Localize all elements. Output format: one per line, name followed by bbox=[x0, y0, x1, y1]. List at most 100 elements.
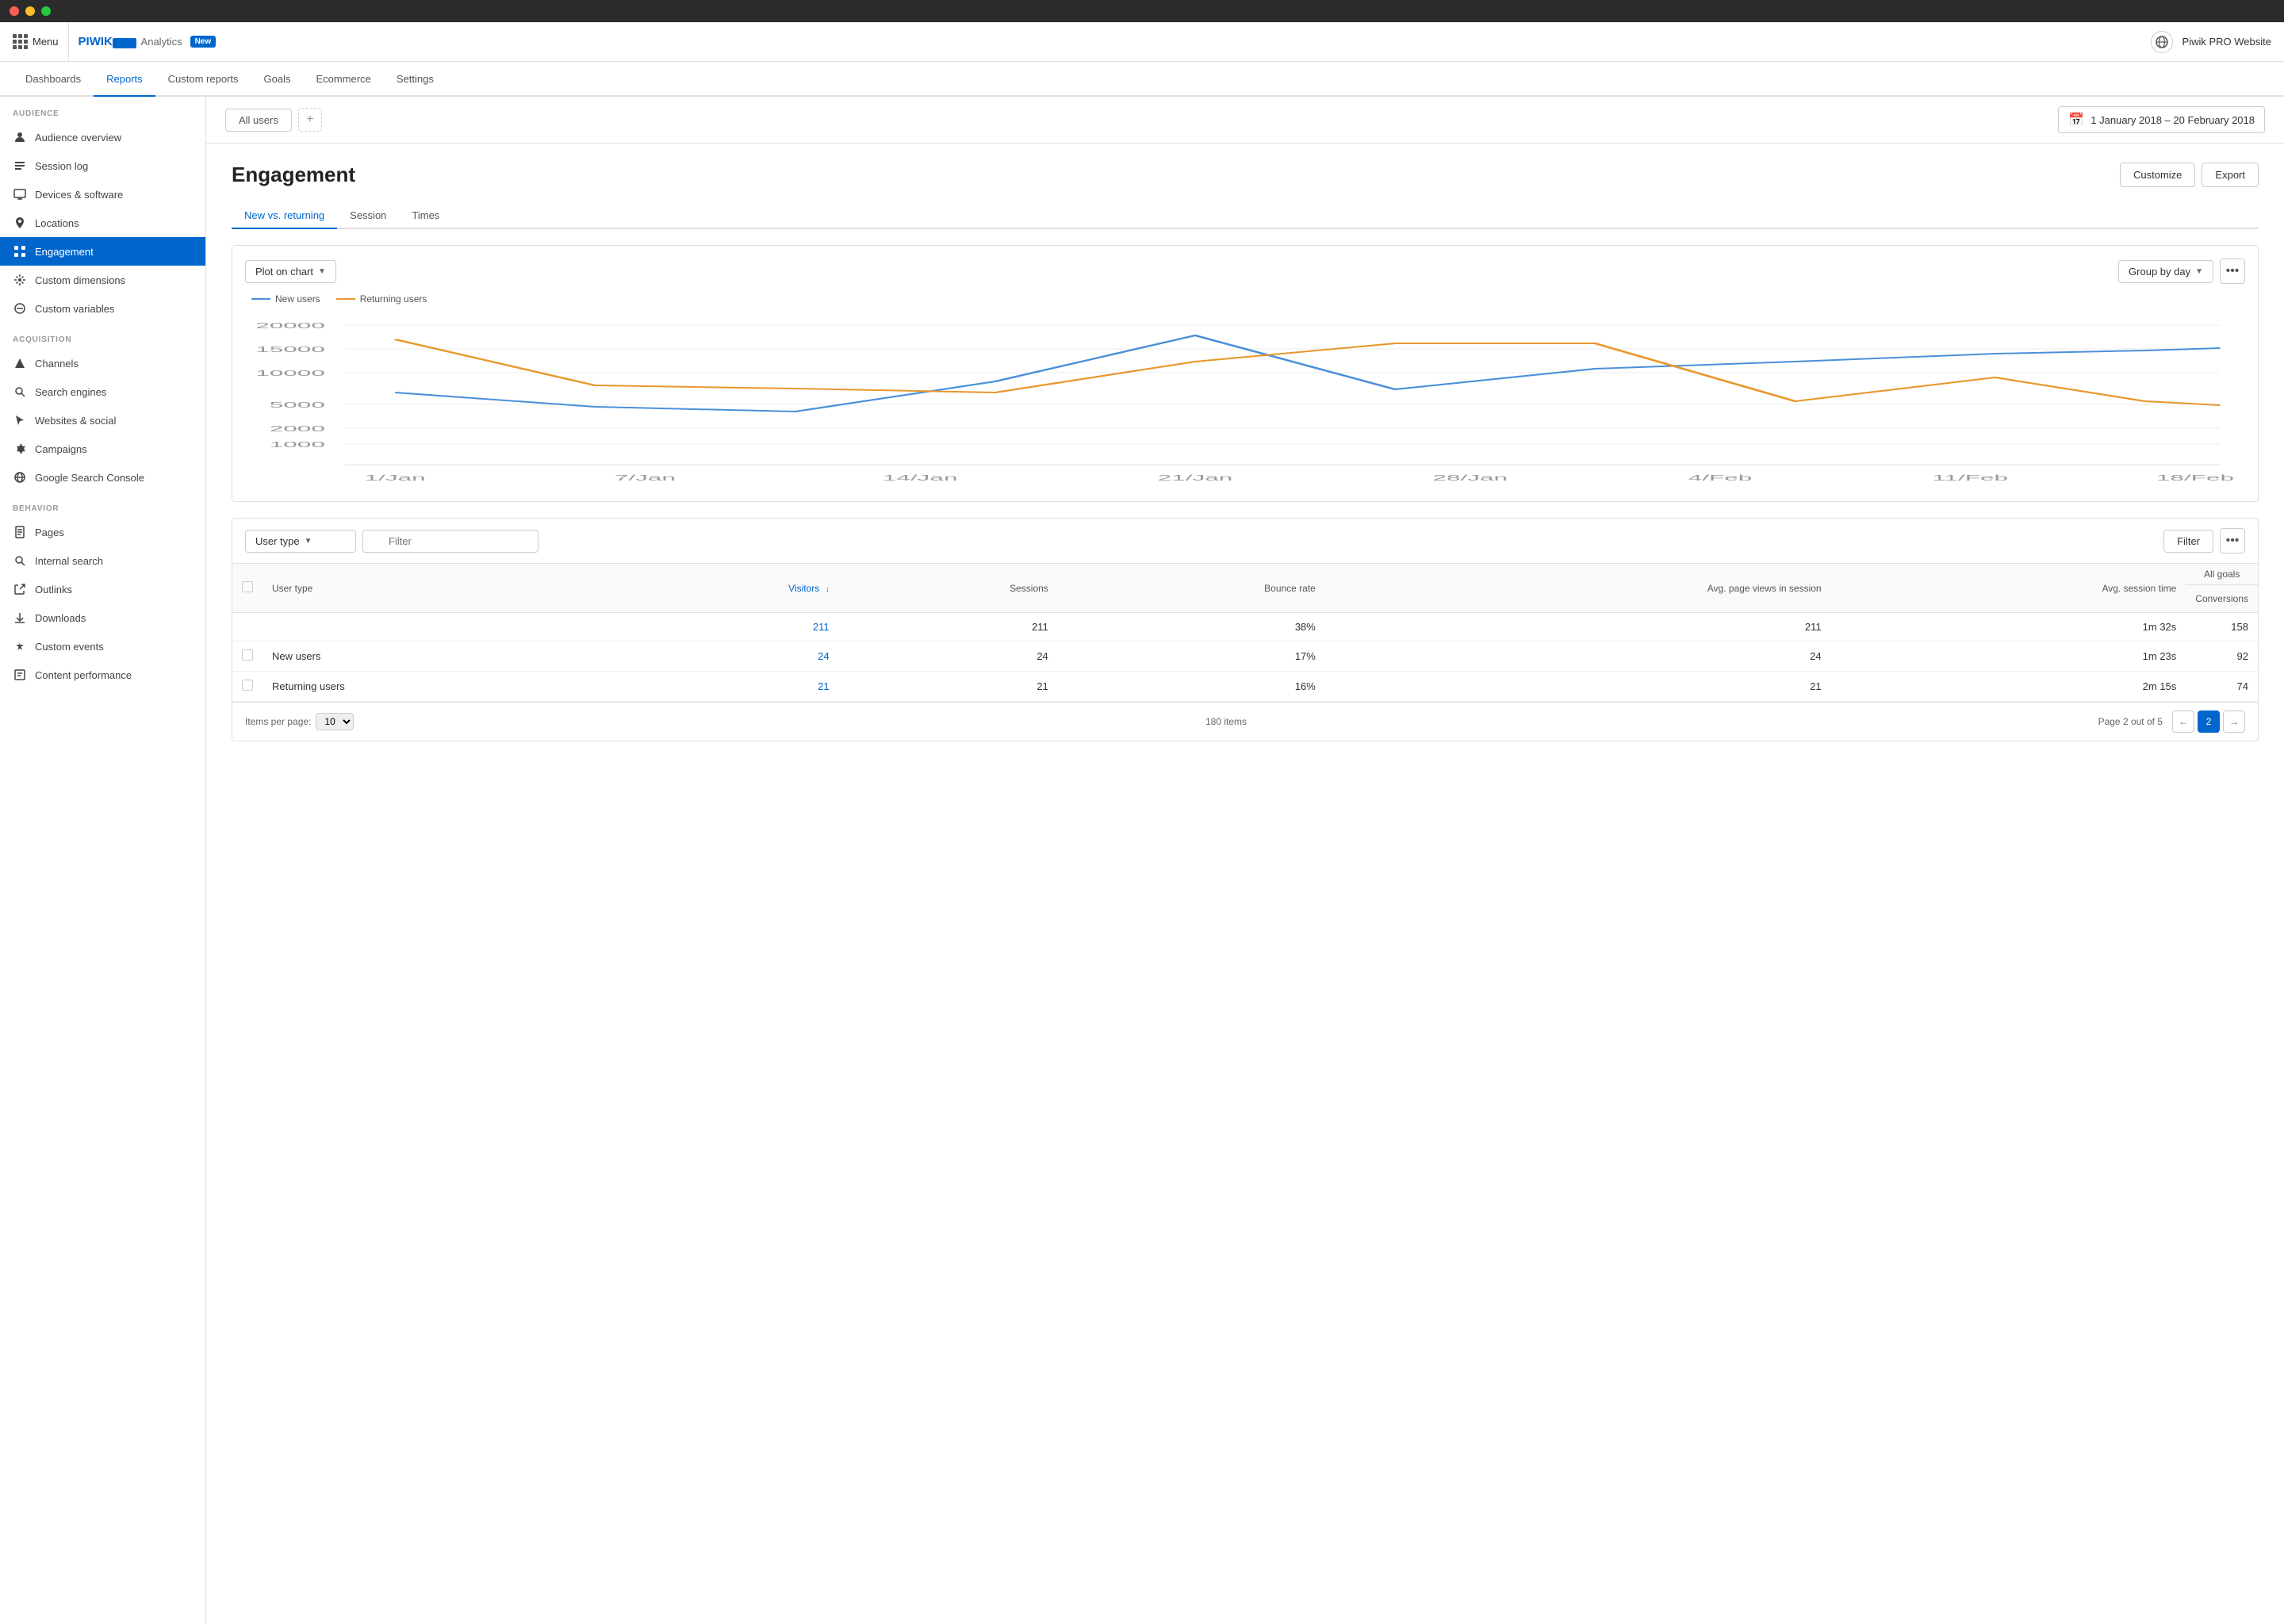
table-toolbar: User type ▼ 🔍 Filter ••• bbox=[232, 519, 2258, 564]
tab-new-vs-returning[interactable]: New vs. returning bbox=[232, 203, 337, 229]
sidebar-item-downloads[interactable]: Downloads bbox=[0, 603, 205, 632]
sidebar-item-campaigns[interactable]: Campaigns bbox=[0, 435, 205, 463]
page-title: Engagement bbox=[232, 163, 355, 187]
table-row-summary: 211 211 38% 211 1m 32s 158 bbox=[232, 613, 2258, 642]
row-checkbox[interactable] bbox=[232, 672, 263, 702]
svg-text:4/Feb: 4/Feb bbox=[1688, 473, 1753, 482]
channels-icon bbox=[13, 356, 27, 370]
sidebar-item-outlinks[interactable]: Outlinks bbox=[0, 575, 205, 603]
current-page-button[interactable]: 2 bbox=[2198, 710, 2220, 733]
menu-button[interactable]: Menu bbox=[13, 22, 69, 61]
customize-button[interactable]: Customize bbox=[2120, 163, 2195, 187]
sidebar-label: Engagement bbox=[35, 246, 94, 258]
subnav-ecommerce[interactable]: Ecommerce bbox=[303, 62, 383, 97]
prev-page-button[interactable]: ← bbox=[2172, 710, 2194, 733]
sidebar-item-pages[interactable]: Pages bbox=[0, 518, 205, 546]
sidebar-item-session-log[interactable]: Session log bbox=[0, 151, 205, 180]
table-row-new-users: New users 24 24 17% 24 1m 23s 92 bbox=[232, 642, 2258, 672]
row-checkbox-input[interactable] bbox=[242, 680, 253, 691]
page-header: Engagement Customize Export bbox=[232, 163, 2259, 187]
page-icon bbox=[13, 525, 27, 539]
select-all-checkbox[interactable] bbox=[242, 581, 253, 592]
minimize-btn[interactable] bbox=[25, 6, 35, 16]
close-btn[interactable] bbox=[10, 6, 19, 16]
row-bounce-rate: 16% bbox=[1058, 672, 1325, 702]
subnav-reports[interactable]: Reports bbox=[94, 62, 155, 97]
th-avg-pageviews: Avg. page views in session bbox=[1325, 564, 1831, 613]
filter-input[interactable] bbox=[362, 530, 538, 553]
svg-text:15000: 15000 bbox=[255, 345, 325, 354]
table-section: User type ▼ 🔍 Filter ••• bbox=[232, 518, 2259, 741]
table-more-button[interactable]: ••• bbox=[2220, 528, 2245, 553]
globe-circle-icon bbox=[13, 470, 27, 485]
maximize-btn[interactable] bbox=[41, 6, 51, 16]
new-badge: New bbox=[190, 36, 217, 48]
plot-on-chart-dropdown[interactable]: Plot on chart ▼ bbox=[245, 260, 336, 283]
logo-analytics: Analytics bbox=[141, 36, 182, 48]
sidebar-item-custom-events[interactable]: Custom events bbox=[0, 632, 205, 661]
date-range: 1 January 2018 – 20 February 2018 bbox=[2090, 114, 2255, 126]
sidebar-label: Custom dimensions bbox=[35, 274, 125, 286]
row-sessions: 24 bbox=[839, 642, 1058, 672]
segment-tab-all-users[interactable]: All users bbox=[225, 109, 292, 132]
date-picker[interactable]: 📅 1 January 2018 – 20 February 2018 bbox=[2058, 106, 2265, 133]
user-type-dropdown[interactable]: User type ▼ bbox=[245, 530, 356, 553]
sidebar-item-channels[interactable]: Channels bbox=[0, 349, 205, 377]
more-icon: ••• bbox=[2226, 264, 2240, 278]
row-visitors: 21 bbox=[611, 672, 839, 702]
th-sessions: Sessions bbox=[839, 564, 1058, 613]
sidebar-label: Outlinks bbox=[35, 584, 72, 596]
subnav-dashboards[interactable]: Dashboards bbox=[13, 62, 94, 97]
items-per-page-select[interactable]: 10 25 50 bbox=[316, 713, 354, 730]
row-visitors: 24 bbox=[611, 642, 839, 672]
site-name: Piwik PRO Website bbox=[2182, 36, 2271, 48]
sidebar-item-devices[interactable]: Devices & software bbox=[0, 180, 205, 209]
sidebar-label: Custom variables bbox=[35, 303, 114, 315]
filter-button[interactable]: Filter bbox=[2163, 530, 2213, 553]
group-by-dropdown[interactable]: Group by day ▼ bbox=[2118, 260, 2213, 283]
segment-add-button[interactable]: + bbox=[298, 108, 322, 132]
subnav: Dashboards Reports Custom reports Goals … bbox=[0, 62, 2284, 97]
row-checkbox bbox=[232, 613, 263, 642]
sidebar-section-behavior: BEHAVIOR bbox=[0, 492, 205, 518]
globe-button[interactable] bbox=[2151, 31, 2173, 53]
row-bounce-rate: 38% bbox=[1058, 613, 1325, 642]
internal-search-icon bbox=[13, 553, 27, 568]
calendar-icon: 📅 bbox=[2068, 112, 2084, 128]
th-conversions: Conversions bbox=[2186, 585, 2258, 613]
sidebar-item-engagement[interactable]: Engagement bbox=[0, 237, 205, 266]
th-visitors[interactable]: Visitors ↓ bbox=[611, 564, 839, 613]
grid-icon bbox=[13, 34, 28, 49]
svg-text:20000: 20000 bbox=[255, 321, 325, 330]
next-page-button[interactable]: → bbox=[2223, 710, 2245, 733]
chart-toolbar-right: Group by day ▼ ••• bbox=[2118, 259, 2245, 284]
svg-text:10000: 10000 bbox=[255, 369, 325, 377]
chart-more-button[interactable]: ••• bbox=[2220, 259, 2245, 284]
subnav-custom-reports[interactable]: Custom reports bbox=[155, 62, 251, 97]
sidebar-item-search-engines[interactable]: Search engines bbox=[0, 377, 205, 406]
sidebar-item-audience-overview[interactable]: Audience overview bbox=[0, 123, 205, 151]
sidebar-item-internal-search[interactable]: Internal search bbox=[0, 546, 205, 575]
sidebar-item-websites-social[interactable]: Websites & social bbox=[0, 406, 205, 435]
export-button[interactable]: Export bbox=[2202, 163, 2259, 187]
tab-session[interactable]: Session bbox=[337, 203, 399, 229]
tab-times[interactable]: Times bbox=[399, 203, 452, 229]
svg-text:11/Feb: 11/Feb bbox=[1932, 473, 2008, 482]
plus-icon: + bbox=[306, 113, 313, 127]
row-checkbox[interactable] bbox=[232, 642, 263, 672]
sidebar-item-custom-variables[interactable]: Custom variables bbox=[0, 294, 205, 323]
sidebar-item-locations[interactable]: Locations bbox=[0, 209, 205, 237]
outlinks-icon bbox=[13, 582, 27, 596]
sidebar-item-content-performance[interactable]: Content performance bbox=[0, 661, 205, 689]
sidebar-label: Content performance bbox=[35, 669, 132, 681]
subnav-settings[interactable]: Settings bbox=[384, 62, 446, 97]
subnav-goals[interactable]: Goals bbox=[251, 62, 304, 97]
sidebar-item-google-search-console[interactable]: Google Search Console bbox=[0, 463, 205, 492]
page-content: Engagement Customize Export New vs. retu… bbox=[206, 144, 2284, 760]
legend-returning-users: Returning users bbox=[336, 293, 427, 304]
events-icon bbox=[13, 639, 27, 653]
table-row-returning-users: Returning users 21 21 16% 21 2m 15s 74 bbox=[232, 672, 2258, 702]
sidebar-label: Websites & social bbox=[35, 415, 116, 427]
sidebar-item-custom-dimensions[interactable]: Custom dimensions bbox=[0, 266, 205, 294]
row-checkbox-input[interactable] bbox=[242, 649, 253, 661]
